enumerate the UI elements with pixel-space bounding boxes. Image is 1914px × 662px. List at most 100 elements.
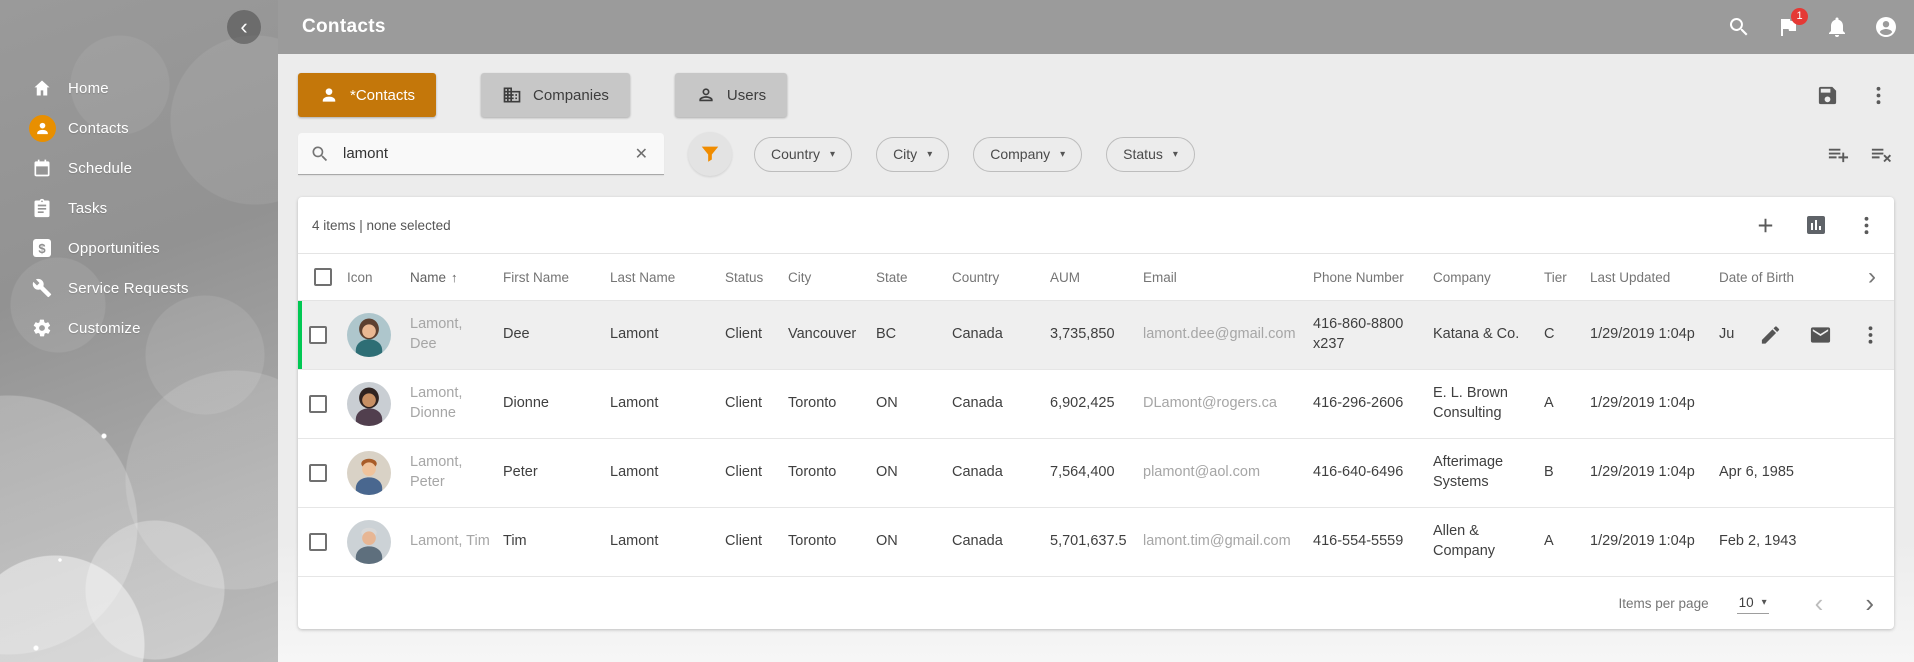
column-header-state[interactable]: State xyxy=(876,270,952,285)
cell-name: Lamont, Dionne xyxy=(410,384,503,423)
items-per-page-label: Items per page xyxy=(1619,596,1709,611)
select-all-checkbox[interactable] xyxy=(314,268,332,286)
sidebar-collapse-button[interactable]: ‹ xyxy=(227,10,261,44)
tab-label: Users xyxy=(727,87,766,104)
cell-last-updated: 1/29/2019 1:04p xyxy=(1590,325,1719,345)
flag-icon[interactable]: 1 xyxy=(1776,15,1800,39)
edit-icon[interactable] xyxy=(1759,324,1782,347)
playlist-add-icon[interactable] xyxy=(1826,143,1849,166)
sidebar-item-home[interactable]: Home xyxy=(0,68,278,108)
column-header-city[interactable]: City xyxy=(788,270,876,285)
tab-label: *Contacts xyxy=(350,87,415,104)
cell-last-name: Lamont xyxy=(610,532,725,552)
cell-phone: 416-640-6496 xyxy=(1313,463,1433,483)
content-area: *Contacts Companies Users xyxy=(278,54,1914,662)
column-header-phone[interactable]: Phone Number xyxy=(1313,270,1433,285)
email-icon[interactable] xyxy=(1809,324,1832,347)
column-header-first-name[interactable]: First Name xyxy=(503,270,610,285)
column-header-date-of-birth[interactable]: Date of Birth xyxy=(1719,270,1850,285)
cell-name: Lamont, Tim xyxy=(410,532,503,552)
sidebar-item-schedule[interactable]: Schedule xyxy=(0,148,278,188)
column-header-last-name[interactable]: Last Name xyxy=(610,270,725,285)
sidebar-item-customize[interactable]: Customize xyxy=(0,308,278,348)
next-page-icon[interactable]: › xyxy=(1865,590,1874,616)
tab-contacts[interactable]: *Contacts xyxy=(298,73,436,117)
chip-label: Company xyxy=(990,146,1050,162)
page-size-select[interactable]: 10 ▾ xyxy=(1737,593,1769,614)
column-header-company[interactable]: Company xyxy=(1433,270,1544,285)
save-icon[interactable] xyxy=(1816,84,1839,107)
sort-asc-icon: ↑ xyxy=(451,270,458,285)
selection-summary: 4 items | none selected xyxy=(312,218,451,233)
search-icon[interactable] xyxy=(1727,15,1751,39)
filter-chip-city[interactable]: City ▾ xyxy=(876,137,949,172)
filter-chip-company[interactable]: Company ▾ xyxy=(973,137,1082,172)
table-row[interactable]: Lamont, Dee Dee Lamont Client Vancouver … xyxy=(298,301,1894,370)
cell-last-name: Lamont xyxy=(610,394,725,414)
column-header-tier[interactable]: Tier xyxy=(1544,270,1590,285)
cell-first-name: Dee xyxy=(503,325,610,345)
row-checkbox[interactable] xyxy=(309,326,327,344)
cell-email: plamont@aol.com xyxy=(1143,463,1313,483)
sidebar-item-service-requests[interactable]: Service Requests xyxy=(0,268,278,308)
funnel-icon xyxy=(699,143,721,165)
cell-state: BC xyxy=(876,325,952,345)
gear-icon xyxy=(28,318,56,338)
clear-search-icon[interactable]: ✕ xyxy=(631,142,652,166)
filter-chip-country[interactable]: Country ▾ xyxy=(754,137,852,172)
cell-date-of-birth: Apr 6, 1985 xyxy=(1719,463,1850,483)
cell-tier: A xyxy=(1544,394,1590,414)
row-checkbox[interactable] xyxy=(309,395,327,413)
column-header-status[interactable]: Status xyxy=(725,270,788,285)
more-options-icon[interactable] xyxy=(1867,84,1890,107)
playlist-remove-icon[interactable] xyxy=(1869,143,1892,166)
sidebar-item-label: Opportunities xyxy=(68,240,160,257)
cell-tier: A xyxy=(1544,532,1590,552)
previous-page-icon[interactable]: ‹ xyxy=(1815,590,1824,616)
cell-state: ON xyxy=(876,532,952,552)
table-row[interactable]: Lamont, Peter Peter Lamont Client Toront… xyxy=(298,439,1894,508)
cell-country: Canada xyxy=(952,394,1050,414)
page-title: Contacts xyxy=(302,16,386,38)
sidebar-item-label: Home xyxy=(68,80,109,97)
column-header-last-updated[interactable]: Last Updated xyxy=(1590,270,1719,285)
column-header-name[interactable]: Name ↑ xyxy=(410,270,503,285)
tab-companies[interactable]: Companies xyxy=(481,73,630,117)
column-header-email[interactable]: Email xyxy=(1143,270,1313,285)
add-icon[interactable] xyxy=(1754,214,1777,237)
account-icon[interactable] xyxy=(1874,15,1898,39)
cell-last-name: Lamont xyxy=(610,463,725,483)
more-options-icon[interactable] xyxy=(1855,214,1878,237)
sidebar: ‹ Home Contacts Schedule xyxy=(0,0,278,662)
chevron-down-icon: ▾ xyxy=(1173,149,1178,160)
tab-users[interactable]: Users xyxy=(675,73,787,117)
sidebar-item-label: Contacts xyxy=(68,120,129,137)
cell-phone: 416-296-2606 xyxy=(1313,394,1433,414)
bell-icon[interactable] xyxy=(1825,15,1849,39)
column-header-country[interactable]: Country xyxy=(952,270,1050,285)
chart-icon[interactable] xyxy=(1804,213,1828,237)
sidebar-item-tasks[interactable]: Tasks xyxy=(0,188,278,228)
column-header-aum[interactable]: AUM xyxy=(1050,270,1143,285)
column-header-icon[interactable]: Icon xyxy=(347,270,410,285)
sidebar-item-label: Tasks xyxy=(68,200,107,217)
scroll-right-icon[interactable]: › xyxy=(1868,265,1876,289)
search-box: ✕ xyxy=(298,133,664,175)
notification-badge: 1 xyxy=(1791,8,1808,25)
sidebar-item-contacts[interactable]: Contacts xyxy=(0,108,278,148)
row-checkbox[interactable] xyxy=(309,533,327,551)
filter-chip-status[interactable]: Status ▾ xyxy=(1106,137,1195,172)
tasks-icon xyxy=(28,198,56,218)
table-row[interactable]: Lamont, Tim Tim Lamont Client Toronto ON… xyxy=(298,508,1894,577)
filter-funnel-button[interactable] xyxy=(688,132,732,176)
row-checkbox[interactable] xyxy=(309,464,327,482)
cell-status: Client xyxy=(725,463,788,483)
cell-first-name: Peter xyxy=(503,463,610,483)
sidebar-item-opportunities[interactable]: $ Opportunities xyxy=(0,228,278,268)
search-input[interactable] xyxy=(341,144,631,163)
cell-aum: 3,735,850 xyxy=(1050,325,1143,345)
more-options-icon[interactable] xyxy=(1859,324,1882,347)
cell-city: Toronto xyxy=(788,463,876,483)
table-row[interactable]: Lamont, Dionne Dionne Lamont Client Toro… xyxy=(298,370,1894,439)
calendar-icon xyxy=(28,158,56,178)
